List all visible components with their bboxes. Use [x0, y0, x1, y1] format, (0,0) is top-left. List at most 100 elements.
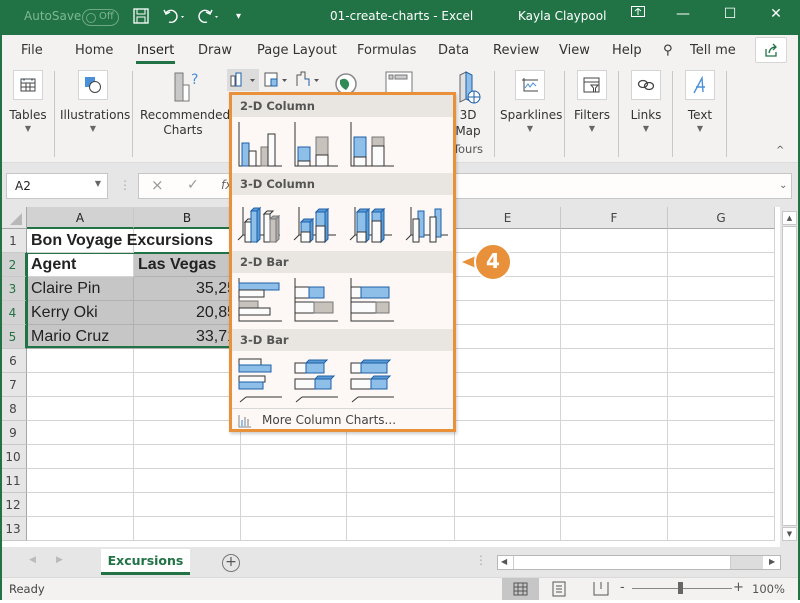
cell-f13[interactable] — [561, 517, 668, 541]
sheet-tab-excursions[interactable]: Excursions — [101, 549, 190, 575]
cell-a2[interactable]: Agent — [27, 253, 134, 277]
cell-b13[interactable] — [134, 517, 241, 541]
clustered-column-option[interactable] — [236, 119, 282, 169]
cell-f4[interactable] — [561, 301, 668, 325]
cell-c10[interactable] — [241, 445, 347, 469]
tab-home[interactable]: Home — [75, 43, 113, 58]
tab-split-handle[interactable]: ⋮ — [475, 553, 487, 567]
row-header-3[interactable]: 3 — [0, 277, 27, 301]
zoom-out-button[interactable]: - — [620, 580, 625, 595]
prev-sheet-icon[interactable]: ◀ — [29, 555, 36, 565]
autosave-toggle[interactable]: Off — [82, 9, 119, 26]
scroll-left-icon[interactable]: ◀ — [501, 557, 507, 566]
expand-formula-bar-icon[interactable]: ⌄ — [779, 180, 787, 191]
row-header-6[interactable]: 6 — [0, 349, 27, 373]
cell-e11[interactable] — [455, 469, 561, 493]
cell-d10[interactable] — [347, 445, 455, 469]
cell-e7[interactable] — [455, 373, 561, 397]
cell-e13[interactable] — [455, 517, 561, 541]
cell-a4[interactable]: Kerry Oki — [27, 301, 134, 325]
cell-b12[interactable] — [134, 493, 241, 517]
cell-b5[interactable]: 33,71 — [134, 325, 241, 349]
cell-a12[interactable] — [27, 493, 134, 517]
add-sheet-button[interactable]: + — [222, 554, 240, 572]
illustrations-button[interactable]: Illustrations ▼ — [60, 67, 130, 134]
cell-b4[interactable]: 20,85 — [134, 301, 241, 325]
3d-100-percent-stacked-column-option[interactable] — [348, 197, 394, 247]
insert-hierarchy-chart-button[interactable] — [262, 69, 292, 91]
cancel-icon[interactable]: × — [151, 176, 164, 194]
3d-column-option[interactable] — [404, 197, 450, 247]
column-header-e[interactable]: E — [455, 207, 561, 229]
3d-clustered-column-option[interactable] — [236, 197, 282, 247]
cell-f8[interactable] — [561, 397, 668, 421]
close-icon[interactable]: ✕ — [766, 6, 786, 22]
cell-f5[interactable] — [561, 325, 668, 349]
cell-e6[interactable] — [455, 349, 561, 373]
column-header-a[interactable]: A — [27, 207, 134, 229]
select-all-button[interactable] — [0, 207, 27, 229]
row-header-4[interactable]: 4 — [0, 301, 27, 325]
maximize-icon[interactable]: ☐ — [720, 6, 740, 22]
100-percent-stacked-column-option[interactable] — [348, 119, 394, 169]
cell-b6[interactable] — [134, 349, 241, 373]
cell-g4[interactable] — [668, 301, 775, 325]
search-icon[interactable]: ⚲ — [663, 43, 673, 58]
cell-b11[interactable] — [134, 469, 241, 493]
cell-f11[interactable] — [561, 469, 668, 493]
cell-d12[interactable] — [347, 493, 455, 517]
cell-b9[interactable] — [134, 421, 241, 445]
sparklines-button[interactable]: Sparklines ▼ — [500, 67, 562, 134]
cell-a6[interactable] — [27, 349, 134, 373]
scroll-right-icon[interactable]: ▶ — [769, 557, 775, 566]
undo-icon[interactable] — [163, 8, 187, 28]
cell-g8[interactable] — [668, 397, 775, 421]
zoom-in-button[interactable]: + — [733, 580, 744, 595]
horizontal-scrollbar[interactable]: ◀ ▶ — [497, 555, 781, 570]
tab-help[interactable]: Help — [612, 43, 642, 58]
100-percent-stacked-bar-option[interactable] — [348, 275, 394, 325]
cell-d13[interactable] — [347, 517, 455, 541]
cell-f1[interactable] — [561, 229, 668, 253]
clustered-bar-option[interactable] — [236, 275, 282, 325]
save-icon[interactable] — [133, 8, 149, 28]
cell-e5[interactable] — [455, 325, 561, 349]
row-header-5[interactable]: 5 — [0, 325, 27, 349]
vertical-scrollbar[interactable]: ▲ ▼ — [780, 207, 800, 547]
cell-g3[interactable] — [668, 277, 775, 301]
3d-100-percent-stacked-bar-option[interactable] — [348, 353, 394, 403]
text-button[interactable]: Text ▼ — [682, 67, 718, 134]
cell-e8[interactable] — [455, 397, 561, 421]
cell-d11[interactable] — [347, 469, 455, 493]
redo-icon[interactable] — [198, 8, 222, 28]
cell-f9[interactable] — [561, 421, 668, 445]
stacked-column-option[interactable] — [292, 119, 338, 169]
3d-stacked-column-option[interactable] — [292, 197, 338, 247]
row-header-2[interactable]: 2 — [0, 253, 27, 277]
column-header-g[interactable]: G — [668, 207, 775, 229]
customize-qat-icon[interactable]: ▾ — [236, 11, 241, 22]
cell-b3[interactable]: 35,25 — [134, 277, 241, 301]
scroll-up-icon[interactable]: ▲ — [782, 211, 797, 225]
cell-f3[interactable] — [561, 277, 668, 301]
share-button[interactable] — [755, 37, 787, 63]
tab-draw[interactable]: Draw — [198, 43, 232, 58]
ribbon-display-icon[interactable] — [628, 6, 648, 22]
cell-b7[interactable] — [134, 373, 241, 397]
row-header-13[interactable]: 13 — [0, 517, 27, 541]
row-header-1[interactable]: 1 — [0, 229, 27, 253]
cell-b2[interactable]: Las Vegas — [134, 253, 241, 277]
cell-a5[interactable]: Mario Cruz — [27, 325, 134, 349]
more-column-charts-link[interactable]: More Column Charts... — [232, 408, 453, 432]
cell-e12[interactable] — [455, 493, 561, 517]
3d-stacked-bar-option[interactable] — [292, 353, 338, 403]
cell-g12[interactable] — [668, 493, 775, 517]
next-sheet-icon[interactable]: ▶ — [56, 555, 63, 565]
tell-me-input[interactable]: Tell me — [690, 43, 736, 58]
tab-page-layout[interactable]: Page Layout — [257, 43, 337, 58]
row-header-7[interactable]: 7 — [0, 373, 27, 397]
cell-a8[interactable] — [27, 397, 134, 421]
cell-c12[interactable] — [241, 493, 347, 517]
row-header-11[interactable]: 11 — [0, 469, 27, 493]
tab-view[interactable]: View — [559, 43, 590, 58]
